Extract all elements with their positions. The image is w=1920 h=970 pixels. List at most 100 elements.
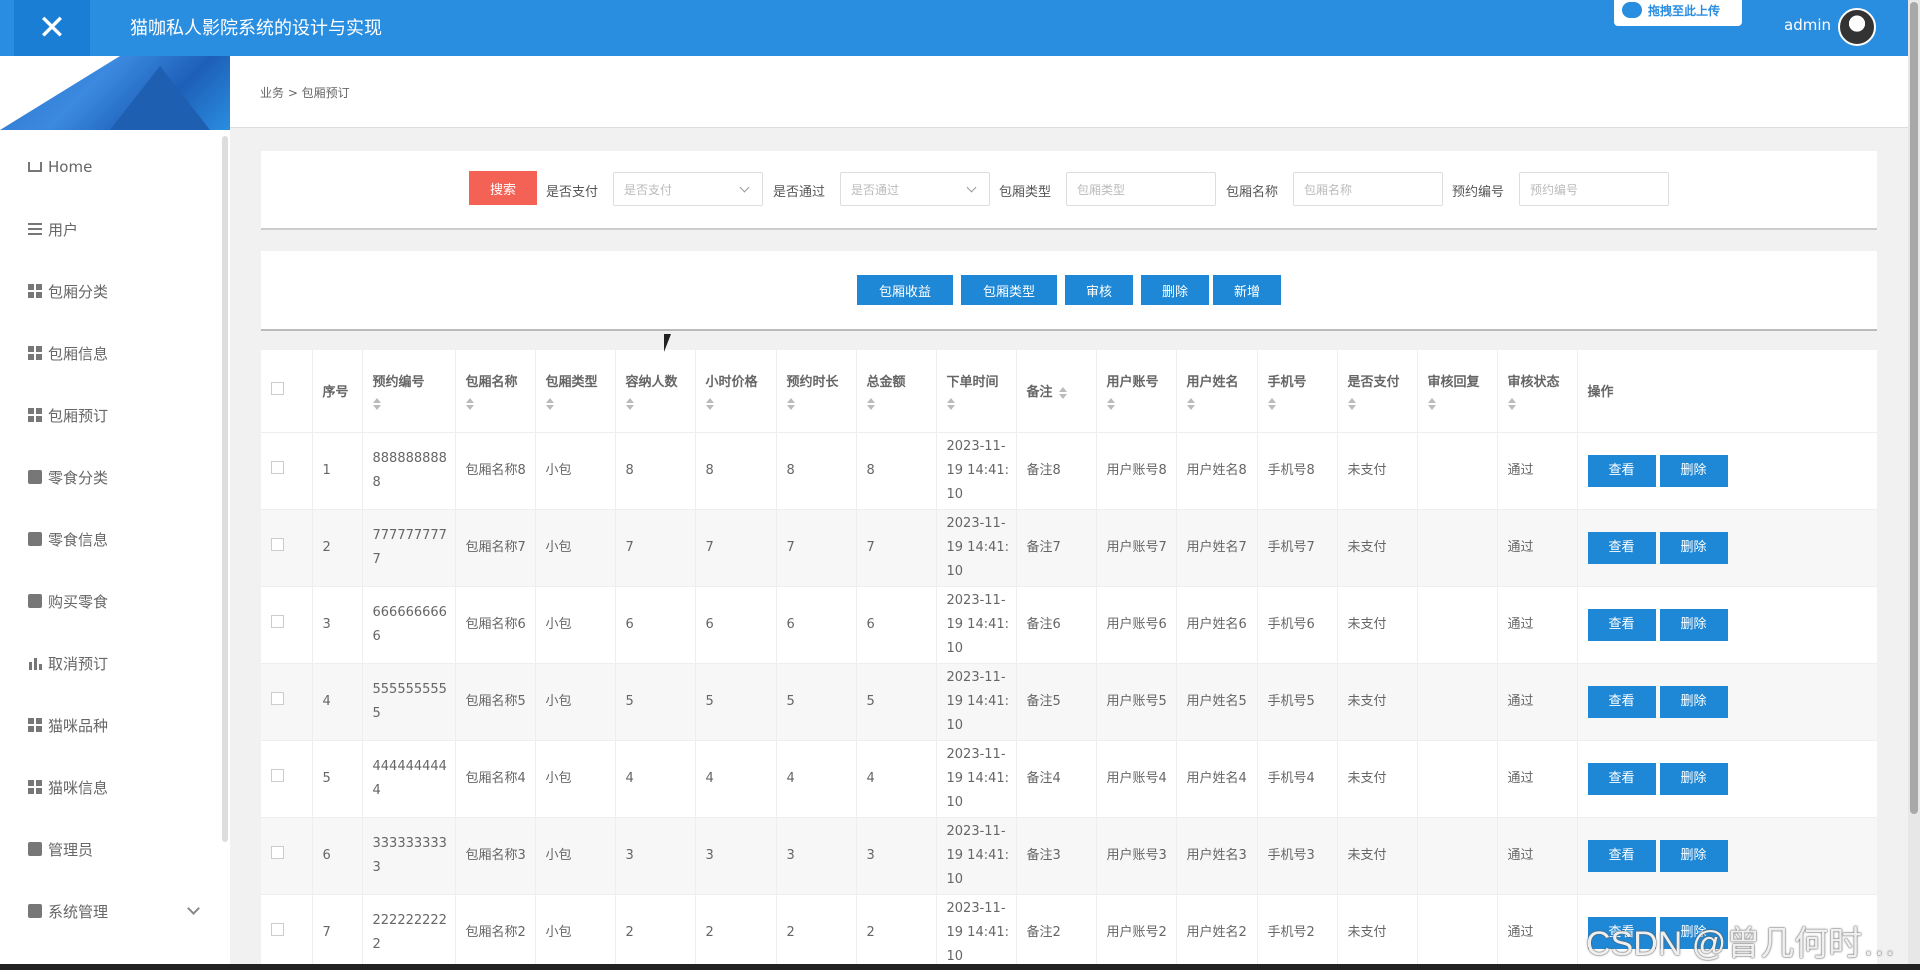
row-checkbox[interactable]: [271, 768, 284, 782]
column-header-sortable[interactable]: 手机号: [1257, 350, 1338, 433]
sort-icon[interactable]: [465, 398, 474, 411]
sort-icon[interactable]: [1058, 386, 1067, 399]
column-header: 操作: [1577, 350, 1877, 433]
row-delete-button[interactable]: 删除: [1659, 608, 1728, 641]
column-header-sortable[interactable]: 备注: [1016, 350, 1097, 433]
avatar[interactable]: [1838, 8, 1876, 46]
row-delete-button[interactable]: 删除: [1659, 685, 1728, 718]
grid-icon: [28, 780, 42, 794]
select-all-checkbox[interactable]: [271, 382, 284, 396]
table-row[interactable]: 5 4444444444 包厢名称4 小包 4 4 4 4 2023-11-19 14:41:1…: [261, 740, 1877, 818]
column-header-sortable[interactable]: 总金额: [856, 350, 937, 433]
sidebar-item-cancel-booking[interactable]: 取消预订: [0, 632, 220, 694]
sidebar-item-room-booking[interactable]: 包厢预订: [0, 384, 220, 446]
row-delete-button[interactable]: 删除: [1659, 531, 1728, 564]
sort-icon[interactable]: [705, 398, 714, 411]
row-checkbox[interactable]: [271, 845, 284, 859]
chevron-down-icon: [739, 182, 750, 193]
row-delete-button[interactable]: 删除: [1659, 762, 1728, 795]
row-checkbox[interactable]: [271, 922, 284, 936]
table-cell: 2: [615, 894, 696, 970]
sort-icon[interactable]: [625, 398, 634, 411]
upload-drop-zone[interactable]: 拖拽至此上传: [1614, 0, 1742, 26]
column-header-sortable[interactable]: 下单时间: [936, 350, 1017, 433]
column-header-sortable[interactable]: 预约编号: [362, 350, 456, 433]
column-header-sortable[interactable]: 审核回复: [1417, 350, 1498, 433]
sidebar-item-admin[interactable]: 管理员: [0, 818, 220, 880]
approved-filter-select[interactable]: 是否通过: [840, 172, 990, 206]
table-row[interactable]: 6 3333333333 包厢名称3 小包 3 3 3 3 2023-11-19 14:41:1…: [261, 817, 1877, 895]
sidebar-item-snack-info[interactable]: 零食信息: [0, 508, 220, 570]
table-row[interactable]: 3 6666666666 包厢名称6 小包 6 6 6 6 2023-11-19 14:41:1…: [261, 586, 1877, 664]
row-checkbox[interactable]: [271, 614, 284, 628]
sort-icon[interactable]: [1267, 398, 1276, 411]
sort-icon[interactable]: [786, 398, 795, 411]
column-header-label: 用户账号: [1106, 375, 1159, 391]
search-button[interactable]: 搜索: [469, 171, 537, 205]
room-type-input[interactable]: 包厢类型: [1066, 172, 1216, 206]
table-cell: 小包: [535, 509, 616, 587]
book-icon: [28, 470, 42, 484]
close-icon[interactable]: ✕: [14, 0, 90, 56]
sidebar-item-cat-breed[interactable]: 猫咪品种: [0, 694, 220, 756]
column-header-sortable[interactable]: 用户账号: [1096, 350, 1177, 433]
column-header-sortable[interactable]: 审核状态: [1497, 350, 1578, 433]
sidebar-item-system[interactable]: 系统管理: [0, 880, 220, 942]
sort-icon[interactable]: [1106, 398, 1115, 411]
table-cell: 用户账号2: [1096, 894, 1177, 970]
sort-icon[interactable]: [545, 398, 554, 411]
sidebar-item-snack-category[interactable]: 零食分类: [0, 446, 220, 508]
delete-button[interactable]: 删除: [1141, 275, 1209, 305]
view-button[interactable]: 查看: [1587, 762, 1656, 795]
room-name-input[interactable]: 包厢名称: [1293, 172, 1443, 206]
list-icon: [28, 222, 42, 236]
page-scrollbar-thumb[interactable]: [1910, 2, 1918, 814]
room-type-placeholder: 包厢类型: [1077, 182, 1126, 197]
sidebar-item-room-info[interactable]: 包厢信息: [0, 322, 220, 384]
sort-icon[interactable]: [1347, 398, 1356, 411]
sort-icon[interactable]: [1507, 398, 1516, 411]
row-checkbox[interactable]: [271, 691, 284, 705]
view-button[interactable]: 查看: [1587, 839, 1656, 872]
view-button[interactable]: 查看: [1587, 608, 1656, 641]
sort-icon[interactable]: [866, 398, 875, 411]
view-button[interactable]: 查看: [1587, 531, 1656, 564]
column-header-sortable[interactable]: 包厢类型: [535, 350, 616, 433]
page-scrollbar[interactable]: [1908, 0, 1920, 970]
sort-icon[interactable]: [946, 398, 955, 411]
sidebar-item-room-category[interactable]: 包厢分类: [0, 260, 220, 322]
view-button[interactable]: 查看: [1587, 454, 1656, 487]
table-row[interactable]: 2 7777777777 包厢名称7 小包 7 7 7 7 2023-11-19 14:41:1…: [261, 509, 1877, 587]
room-type-button[interactable]: 包厢类型: [961, 275, 1057, 305]
sort-icon[interactable]: [1186, 398, 1195, 411]
room-revenue-button[interactable]: 包厢收益: [857, 275, 953, 305]
table-row[interactable]: 1 8888888888 包厢名称8 小包 8 8 8 8 2023-11-19 14:41:1…: [261, 432, 1877, 510]
sort-icon[interactable]: [1427, 398, 1436, 411]
add-button[interactable]: 新增: [1213, 275, 1281, 305]
admin-username[interactable]: admin: [1784, 16, 1831, 34]
sort-icon[interactable]: [372, 398, 381, 411]
column-header-sortable[interactable]: 包厢名称: [455, 350, 536, 433]
sidebar-item-cat-info[interactable]: 猫咪信息: [0, 756, 220, 818]
table-cell: 包厢名称7: [455, 509, 536, 587]
sidebar-scrollbar[interactable]: [222, 136, 228, 842]
column-header-sortable[interactable]: 是否支付: [1337, 350, 1418, 433]
sidebar-item-users[interactable]: 用户: [0, 198, 220, 260]
sidebar-item-home[interactable]: Home: [0, 136, 220, 198]
row-checkbox[interactable]: [271, 537, 284, 551]
column-header-sortable[interactable]: 小时价格: [695, 350, 777, 433]
column-header-sortable[interactable]: 用户姓名: [1176, 350, 1258, 433]
review-button[interactable]: 审核: [1065, 275, 1133, 305]
paid-filter-select[interactable]: 是否支付: [613, 172, 763, 206]
column-header-sortable[interactable]: 预约时长: [776, 350, 857, 433]
row-delete-button[interactable]: 删除: [1659, 454, 1728, 487]
table-cell: 2023-11-19 14:41:10: [936, 817, 1017, 895]
row-delete-button[interactable]: 删除: [1659, 839, 1728, 872]
room-name-label: 包厢名称: [1226, 185, 1279, 200]
column-header-sortable[interactable]: 容纳人数: [615, 350, 696, 433]
booking-number-input[interactable]: 预约编号: [1519, 172, 1669, 206]
sidebar-item-buy-snack[interactable]: 购买零食: [0, 570, 220, 632]
row-checkbox[interactable]: [271, 460, 284, 474]
table-row[interactable]: 4 5555555555 包厢名称5 小包 5 5 5 5 2023-11-19 14:41:1…: [261, 663, 1877, 741]
view-button[interactable]: 查看: [1587, 685, 1656, 718]
